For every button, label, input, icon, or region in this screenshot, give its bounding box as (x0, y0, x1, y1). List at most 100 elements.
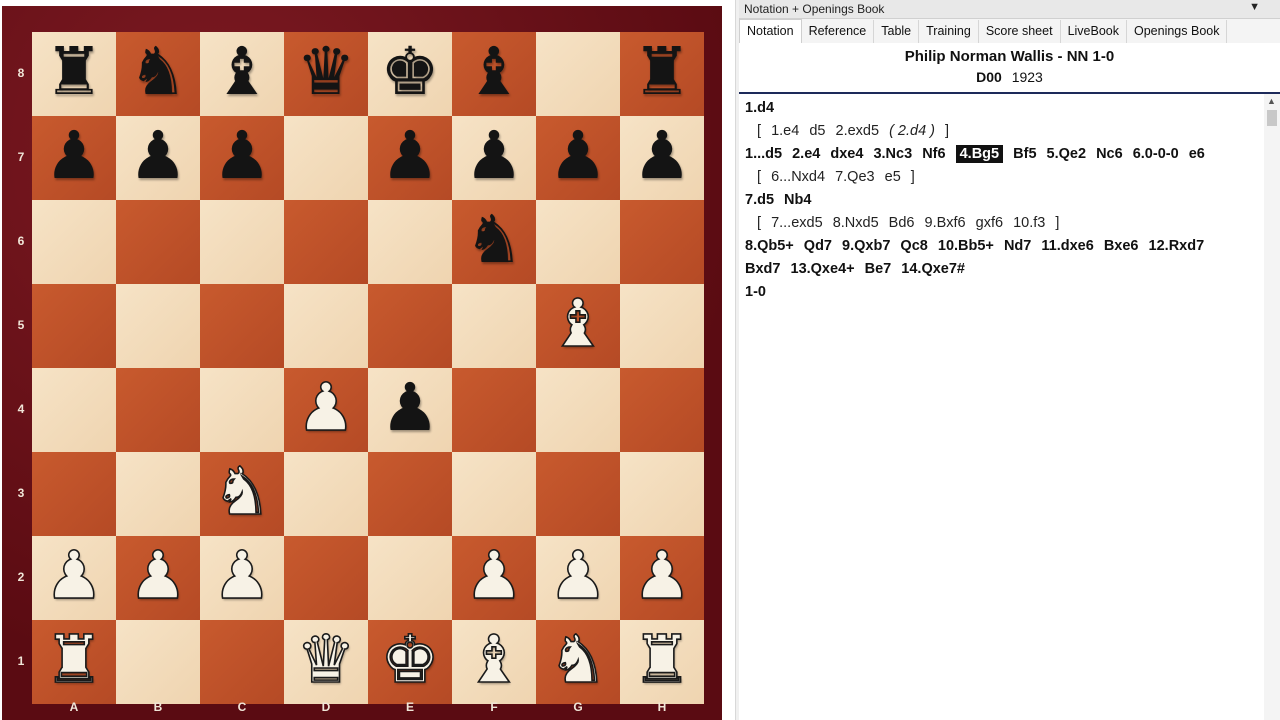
move[interactable]: dxe4 (830, 146, 863, 162)
square-g4[interactable] (536, 368, 620, 452)
move[interactable]: 9.Bxf6 (925, 215, 966, 231)
square-g6[interactable] (536, 200, 620, 284)
white-pawn-icon[interactable]: ♟ (44, 542, 105, 610)
square-b8[interactable]: ♞ (116, 32, 200, 116)
square-b2[interactable]: ♟ (116, 536, 200, 620)
square-g5[interactable]: ♝ (536, 284, 620, 368)
square-e8[interactable]: ♚ (368, 32, 452, 116)
move[interactable]: 2.exd5 (836, 123, 880, 139)
move[interactable]: 9.Qxb7 (842, 238, 890, 254)
move[interactable]: 7...exd5 (771, 215, 823, 231)
move[interactable]: Be7 (865, 261, 892, 277)
black-pawn-icon[interactable]: ♟ (380, 123, 439, 189)
move[interactable]: 1...d5 (745, 146, 782, 162)
move[interactable]: Qd7 (804, 238, 832, 254)
tab-openings-book[interactable]: Openings Book (1127, 20, 1228, 43)
square-c6[interactable] (200, 200, 284, 284)
white-pawn-icon[interactable]: ♟ (128, 542, 189, 610)
move[interactable]: Bf5 (1013, 146, 1036, 162)
black-rook-icon[interactable]: ♜ (632, 39, 691, 105)
black-pawn-icon[interactable]: ♟ (632, 123, 691, 189)
move[interactable]: Bd6 (889, 215, 915, 231)
square-h3[interactable] (620, 452, 704, 536)
tab-livebook[interactable]: LiveBook (1061, 20, 1127, 43)
square-g3[interactable] (536, 452, 620, 536)
square-e3[interactable] (368, 452, 452, 536)
move[interactable]: Qc8 (900, 238, 927, 254)
white-rook-icon[interactable]: ♜ (632, 626, 693, 694)
black-queen-icon[interactable]: ♛ (296, 39, 355, 105)
chess-board[interactable]: ♜ ♞ ♝ ♛ ♚ ♝ ♜ ♟ ♟ ♟ ♟ ♟ ♟ ♟ ♞ ♝ ♟ ♟ ♞ ♟ ♟ ♟ ♟ ♟ ♟ ♜ ♛ ♚ ♝ ♞ ♜ (32, 32, 704, 704)
move[interactable]: 13.Qxe4+ (791, 261, 855, 277)
square-d8[interactable]: ♛ (284, 32, 368, 116)
move[interactable]: Nb4 (784, 192, 811, 208)
square-f2[interactable]: ♟ (452, 536, 536, 620)
square-g8[interactable] (536, 32, 620, 116)
move[interactable]: gxf6 (976, 215, 1003, 231)
move[interactable]: Nd7 (1004, 238, 1031, 254)
white-pawn-icon[interactable]: ♟ (464, 542, 525, 610)
square-e6[interactable] (368, 200, 452, 284)
square-d7[interactable] (284, 116, 368, 200)
square-h5[interactable] (620, 284, 704, 368)
white-knight-icon[interactable]: ♞ (548, 626, 609, 694)
move[interactable]: 7.d5 (745, 192, 774, 208)
square-h4[interactable] (620, 368, 704, 452)
square-f1[interactable]: ♝ (452, 620, 536, 704)
square-c3[interactable]: ♞ (200, 452, 284, 536)
square-b4[interactable] (116, 368, 200, 452)
move[interactable]: 6...Nxd4 (771, 169, 825, 185)
square-h1[interactable]: ♜ (620, 620, 704, 704)
square-c2[interactable]: ♟ (200, 536, 284, 620)
move[interactable]: 6.0-0-0 (1133, 146, 1179, 162)
black-pawn-icon[interactable]: ♟ (212, 123, 271, 189)
square-c5[interactable] (200, 284, 284, 368)
tab-training[interactable]: Training (919, 20, 979, 43)
square-a8[interactable]: ♜ (32, 32, 116, 116)
white-pawn-icon[interactable]: ♟ (548, 542, 609, 610)
square-g1[interactable]: ♞ (536, 620, 620, 704)
square-f8[interactable]: ♝ (452, 32, 536, 116)
square-a7[interactable]: ♟ (32, 116, 116, 200)
move[interactable]: 12.Rxd7 (1149, 238, 1205, 254)
square-c8[interactable]: ♝ (200, 32, 284, 116)
move[interactable]: 7.Qe3 (835, 169, 875, 185)
black-pawn-icon[interactable]: ♟ (464, 123, 523, 189)
black-pawn-icon[interactable]: ♟ (548, 123, 607, 189)
notation-scrollbar[interactable]: ▲ (1264, 94, 1280, 720)
square-g7[interactable]: ♟ (536, 116, 620, 200)
chevron-down-icon[interactable]: ▼ (1249, 1, 1260, 13)
white-pawn-icon[interactable]: ♟ (296, 374, 357, 442)
move[interactable]: 3.Nc3 (873, 146, 912, 162)
square-c7[interactable]: ♟ (200, 116, 284, 200)
square-a4[interactable] (32, 368, 116, 452)
move[interactable]: 8.Nxd5 (833, 215, 879, 231)
white-queen-icon[interactable]: ♛ (296, 626, 357, 694)
square-h6[interactable] (620, 200, 704, 284)
move[interactable]: ( 2.d4 ) (889, 123, 935, 139)
move[interactable]: Nc6 (1096, 146, 1123, 162)
square-e2[interactable] (368, 536, 452, 620)
square-b6[interactable] (116, 200, 200, 284)
square-b3[interactable] (116, 452, 200, 536)
black-rook-icon[interactable]: ♜ (44, 39, 103, 105)
move[interactable]: 5.Qe2 (1047, 146, 1087, 162)
square-a2[interactable]: ♟ (32, 536, 116, 620)
move[interactable]: 14.Qxe7# (901, 261, 965, 277)
white-knight-icon[interactable]: ♞ (212, 458, 273, 526)
square-f6[interactable]: ♞ (452, 200, 536, 284)
square-b5[interactable] (116, 284, 200, 368)
square-c1[interactable] (200, 620, 284, 704)
square-a3[interactable] (32, 452, 116, 536)
tab-table[interactable]: Table (874, 20, 920, 43)
square-d6[interactable] (284, 200, 368, 284)
scroll-up-icon[interactable]: ▲ (1267, 96, 1276, 106)
move[interactable]: 8.Qb5+ (745, 238, 794, 254)
square-b1[interactable] (116, 620, 200, 704)
move[interactable]: 10.Bb5+ (938, 238, 994, 254)
black-pawn-icon[interactable]: ♟ (128, 123, 187, 189)
move[interactable]: Bxd7 (745, 261, 780, 277)
move[interactable]: 1.e4 (771, 123, 799, 139)
white-pawn-icon[interactable]: ♟ (632, 542, 693, 610)
move[interactable]: e5 (885, 169, 901, 185)
